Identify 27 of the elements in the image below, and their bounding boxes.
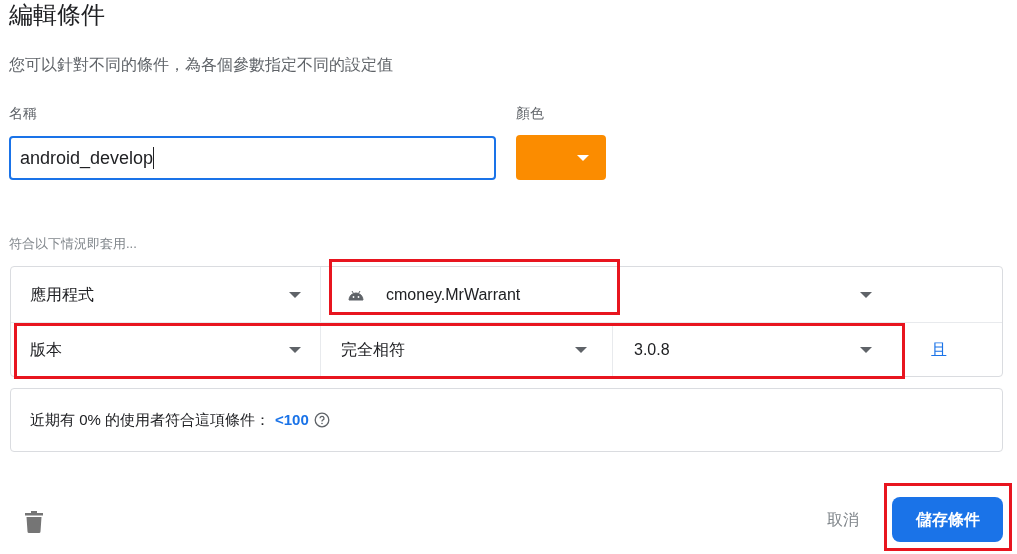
field-select[interactable]: 版本	[11, 322, 321, 378]
save-button[interactable]: 儲存條件	[892, 497, 1003, 542]
info-text: 近期有 0% 的使用者符合這項條件：	[30, 409, 270, 430]
delete-icon[interactable]	[25, 511, 43, 533]
help-icon[interactable]	[313, 412, 330, 428]
color-picker-button[interactable]	[516, 135, 606, 180]
operator-select[interactable]: 完全相符	[321, 322, 613, 378]
caret-icon	[860, 347, 872, 353]
name-input-field[interactable]: android_develop	[9, 136, 496, 180]
caret-icon	[860, 291, 872, 298]
user-count: <100	[275, 409, 309, 430]
field-select[interactable]: 應用程式	[11, 267, 321, 322]
caret-icon	[289, 347, 301, 353]
dialog-description: 您可以針對不同的條件，為各個參數指定不同的設定值	[9, 55, 393, 75]
text-cursor	[153, 147, 155, 169]
caret-icon	[289, 291, 301, 298]
cancel-button[interactable]: 取消	[818, 500, 868, 540]
and-link[interactable]: 且	[931, 338, 947, 362]
version-select[interactable]: 3.0.8	[613, 322, 891, 378]
app-select[interactable]: cmoney.MrWarrant	[321, 267, 891, 322]
caret-icon	[575, 347, 587, 353]
section-label: 符合以下情況即套用...	[9, 235, 137, 253]
android-icon	[348, 288, 364, 301]
field-label: 名稱	[9, 104, 37, 123]
dialog-title: 編輯條件	[9, 0, 105, 30]
field-label: 顏色	[516, 104, 544, 123]
caret-icon	[577, 154, 589, 161]
